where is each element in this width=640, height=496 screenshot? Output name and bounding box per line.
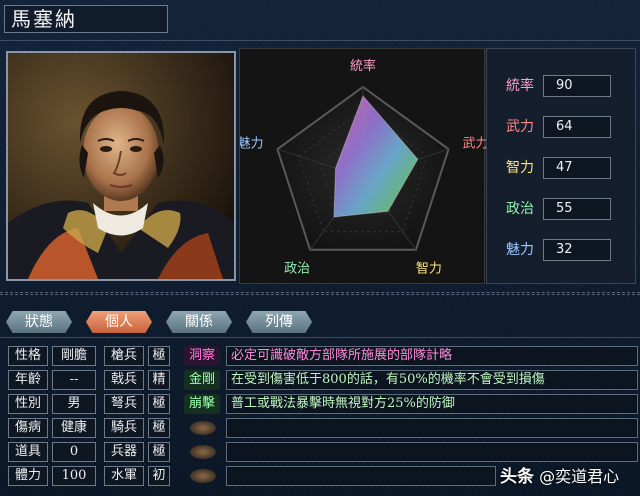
troop-label: 弩兵 (104, 394, 144, 414)
portrait-image (8, 53, 234, 279)
tab-personal[interactable]: 個人 (86, 311, 152, 333)
tab-status[interactable]: 狀態 (6, 311, 72, 333)
watermark: 头条 @奕道君心 (500, 462, 636, 487)
stat-label: 政治 (506, 201, 534, 217)
troop-rank: 極 (148, 418, 170, 438)
divider (0, 40, 640, 41)
troop-rank: 精 (148, 370, 170, 390)
skill-description (226, 418, 638, 438)
stat-row-intellect: 智力 47 (501, 157, 629, 179)
skill-description (226, 466, 496, 486)
stat-label: 智力 (506, 160, 534, 176)
stat-value: 55 (543, 198, 611, 220)
stat-row-politics: 政治 55 (501, 198, 629, 220)
radar-panel: 統率 武力 智力 政治 魅力 (237, 48, 489, 284)
empty-skill-slot-icon (190, 445, 216, 459)
radar-chart: 統率 武力 智力 政治 魅力 (237, 58, 488, 277)
tab-relations[interactable]: 關係 (166, 311, 232, 333)
skill-name[interactable]: 崩擊 (184, 394, 220, 414)
character-name: 馬塞納 (4, 5, 168, 33)
troop-label: 騎兵 (104, 418, 144, 438)
personal-label: 性格 (8, 346, 48, 366)
personal-label: 年齡 (8, 370, 48, 390)
troop-label: 槍兵 (104, 346, 144, 366)
stat-value: 32 (543, 239, 611, 261)
personal-label: 性別 (8, 394, 48, 414)
stats-panel: 統率 90 武力 64 智力 47 政治 55 魅力 32 (486, 48, 636, 284)
tab-biography[interactable]: 列傳 (246, 311, 312, 333)
skill-name[interactable]: 洞察 (184, 346, 220, 366)
radar-label-charm: 魅力 (240, 136, 263, 151)
personal-value: 剛膽 (52, 346, 96, 366)
personal-value: 100 (52, 466, 96, 486)
empty-skill-slot-icon (190, 469, 216, 483)
stat-label: 統率 (506, 78, 534, 94)
radar-label-intellect: 智力 (416, 262, 442, 277)
troop-rank: 極 (148, 346, 170, 366)
skill-description: 在受到傷害低于800的話，有50%的機率不會受到損傷 (226, 370, 638, 390)
radar-label-leadership: 統率 (350, 58, 376, 74)
troop-label: 水軍 (104, 466, 144, 486)
empty-skill-slot-icon (190, 421, 216, 435)
stat-row-charm: 魅力 32 (501, 239, 629, 261)
watermark-handle: @奕道君心 (539, 467, 620, 486)
stat-label: 魅力 (506, 242, 534, 258)
troop-label: 戟兵 (104, 370, 144, 390)
radar-label-politics: 政治 (284, 262, 310, 277)
stat-value: 90 (543, 75, 611, 97)
stat-row-leadership: 統率 90 (501, 75, 629, 97)
portrait (6, 51, 236, 281)
stat-label: 武力 (506, 119, 534, 135)
skill-description (226, 442, 638, 462)
divider (0, 292, 640, 295)
stat-row-force: 武力 64 (501, 116, 629, 138)
personal-label: 體力 (8, 466, 48, 486)
troop-rank: 極 (148, 442, 170, 462)
troop-rank: 極 (148, 394, 170, 414)
stat-value: 64 (543, 116, 611, 138)
personal-value: 男 (52, 394, 96, 414)
personal-label: 道具 (8, 442, 48, 462)
skill-description: 普工或戰法暴擊時無視對方25%的防御 (226, 394, 638, 414)
troop-label: 兵器 (104, 442, 144, 462)
personal-label: 傷病 (8, 418, 48, 438)
personal-value: -- (52, 370, 96, 390)
stat-value: 47 (543, 157, 611, 179)
troop-rank: 初 (148, 466, 170, 486)
watermark-brand: 头条 (500, 467, 534, 487)
skill-name[interactable]: 金剛 (184, 370, 220, 390)
divider (0, 337, 640, 338)
personal-value: 0 (52, 442, 96, 462)
skill-description: 必定可識破敵方部隊所施展的部隊計略 (226, 346, 638, 366)
personal-value: 健康 (52, 418, 96, 438)
radar-label-force: 武力 (463, 136, 486, 151)
